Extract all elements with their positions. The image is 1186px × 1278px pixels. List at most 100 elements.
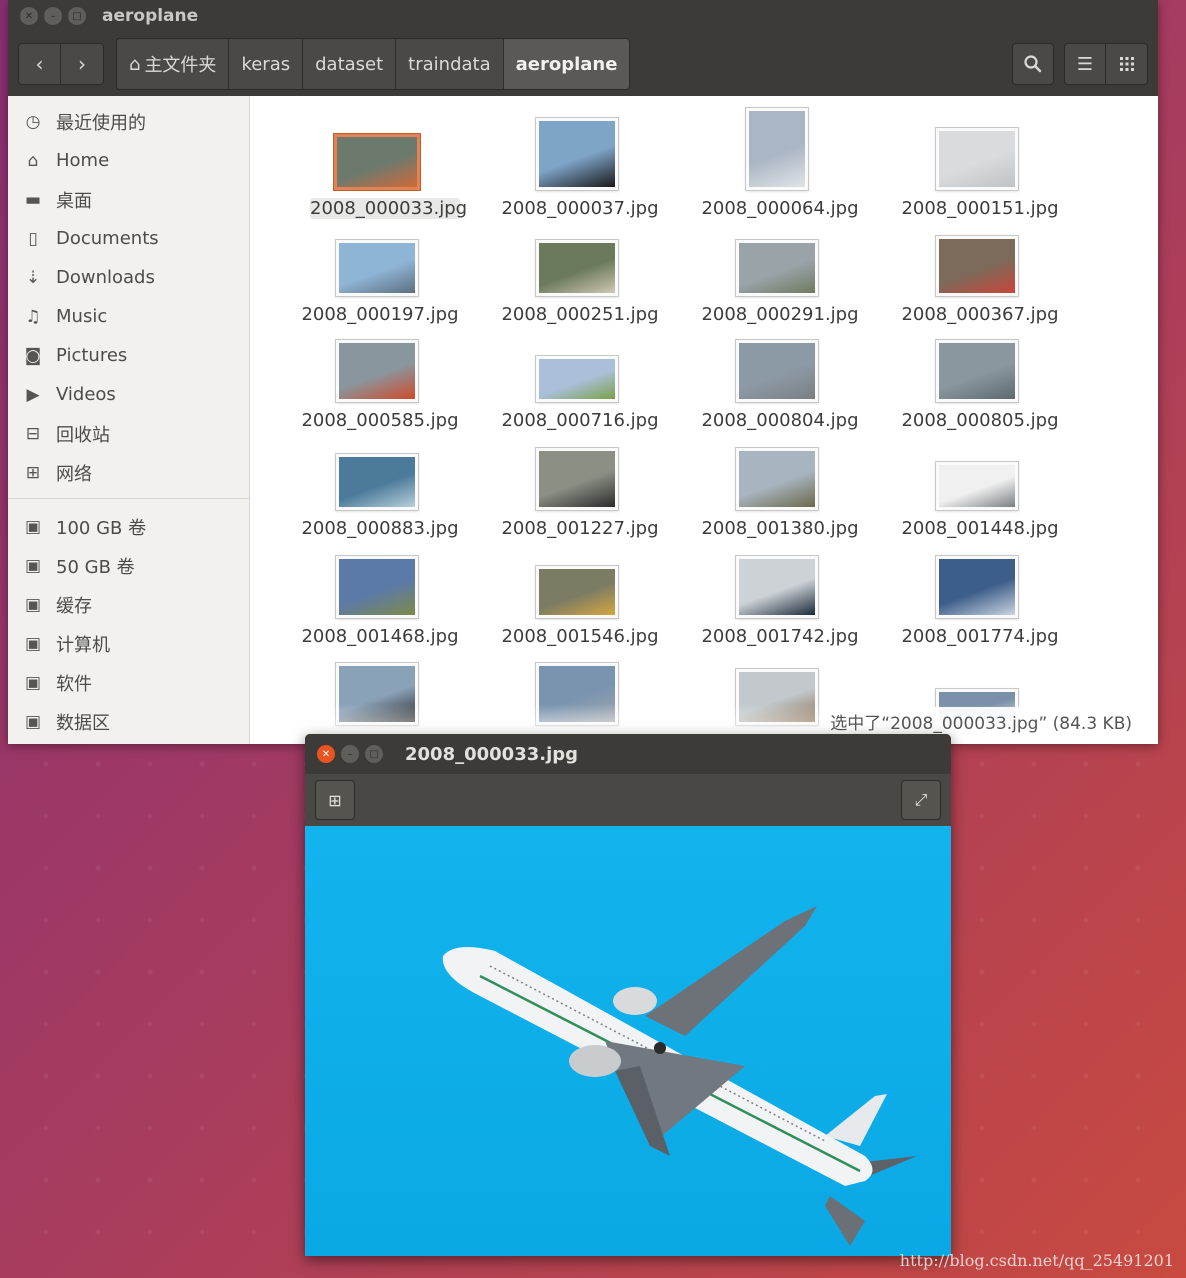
network-icon: ⊞: [25, 462, 41, 483]
folder-icon: ▬: [24, 189, 42, 210]
trash-icon: ⊟: [25, 423, 41, 444]
plus-box-icon: ⊞: [328, 790, 342, 810]
drive-icon: ▣: [24, 516, 42, 537]
file-thumbnail: [536, 566, 618, 618]
list-icon: ☰: [1076, 53, 1094, 75]
breadcrumb-label: dataset: [315, 53, 384, 75]
file-name: 2008_001380.jpg: [701, 518, 859, 539]
file-name: 2008_000033.jpg: [310, 198, 468, 219]
breadcrumb-keras[interactable]: keras: [229, 39, 304, 89]
file-name: 2008_000197.jpg: [301, 304, 459, 325]
maximize-icon[interactable]: □: [68, 7, 86, 25]
breadcrumb-home[interactable]: ⌂ 主文件夹: [117, 39, 230, 89]
breadcrumb-label: aeroplane: [515, 53, 618, 75]
sidebar-item-label: Videos: [56, 384, 116, 405]
sidebar-item-trash[interactable]: ⊟ 回收站: [8, 414, 249, 453]
sidebar-item-documents[interactable]: ▯ Documents: [8, 219, 249, 258]
sidebar-item-label: 50 GB 卷: [56, 556, 135, 578]
file-thumbnail: [336, 340, 418, 402]
close-icon[interactable]: ✕: [20, 7, 38, 25]
breadcrumb-label: traindata: [408, 53, 491, 75]
sidebar: ◷ 最近使用的 ⌂ Home ▬ 桌面 ▯ Documents ⇣ Downloads ♫…: [8, 96, 250, 744]
minimize-icon[interactable]: –: [341, 745, 359, 763]
file-name: 2008_000883.jpg: [301, 518, 459, 539]
file-name: 2008_000151.jpg: [901, 198, 1059, 219]
breadcrumb: ⌂ 主文件夹 keras dataset traindata aeroplane: [116, 38, 631, 90]
sidebar-item-pictures[interactable]: ◙ Pictures: [8, 336, 249, 375]
sidebar-item-videos[interactable]: ▶ Videos: [8, 375, 249, 414]
drive-icon: ▣: [24, 672, 42, 693]
clock-icon: ◷: [25, 111, 41, 132]
breadcrumb-aeroplane[interactable]: aeroplane: [503, 39, 630, 89]
close-icon[interactable]: ✕: [317, 745, 335, 763]
search-icon: [1024, 55, 1042, 73]
sidebar-item-label: 桌面: [56, 190, 92, 212]
file-thumbnail: [936, 236, 1018, 296]
sidebar-item-volume-100gb[interactable]: ▣ 100 GB 卷: [8, 507, 249, 546]
sidebar-item-label: Pictures: [56, 345, 128, 366]
expand-icon: ⤢: [914, 790, 928, 809]
sidebar-item-desktop[interactable]: ▬ 桌面: [8, 180, 249, 219]
breadcrumb-traindata[interactable]: traindata: [396, 39, 504, 89]
sidebar-item-label: Music: [56, 306, 108, 327]
selection-status: 选中了“2008_000033.jpg” (84.3 KB): [826, 707, 1136, 736]
sidebar-item-label: Documents: [56, 228, 159, 249]
file-name: 2008_001546.jpg: [501, 626, 659, 647]
file-name: 2008_001448.jpg: [901, 518, 1059, 539]
sidebar-item-data[interactable]: ▣ 数据区: [8, 702, 249, 741]
sidebar-item-label: 计算机: [56, 634, 110, 656]
sidebar-item-label: 软件: [56, 673, 92, 695]
breadcrumb-dataset[interactable]: dataset: [303, 39, 397, 89]
file-name: 2008_000291.jpg: [701, 304, 859, 325]
file-name: 2008_001227.jpg: [501, 518, 659, 539]
breadcrumb-label: keras: [241, 53, 291, 75]
file-name: 2008_001468.jpg: [301, 626, 459, 647]
sidebar-item-volume-50gb[interactable]: ▣ 50 GB 卷: [8, 546, 249, 585]
sidebar-item-label: 网络: [56, 463, 92, 485]
file-thumbnail: [736, 556, 818, 618]
file-name: 2008_001774.jpg: [901, 626, 1059, 647]
minimize-icon[interactable]: –: [44, 7, 62, 25]
sidebar-item-music[interactable]: ♫ Music: [8, 297, 249, 336]
search-button[interactable]: [1012, 43, 1054, 85]
sidebar-item-label: 回收站: [56, 424, 110, 446]
file-thumbnail: [936, 128, 1018, 190]
window-title: aeroplane: [102, 6, 199, 26]
sidebar-item-network[interactable]: ⊞ 网络: [8, 453, 249, 492]
file-thumbnail: [736, 448, 818, 510]
file-name: 2008_000716.jpg: [501, 410, 659, 431]
sidebar-item-downloads[interactable]: ⇣ Downloads: [8, 258, 249, 297]
list-view-button[interactable]: ☰: [1064, 43, 1106, 85]
chevron-right-icon: ›: [78, 52, 86, 76]
file-thumbnail: [736, 340, 818, 402]
download-icon: ⇣: [25, 267, 41, 288]
file-name: 2008_000804.jpg: [701, 410, 859, 431]
sidebar-item-cache[interactable]: ▣ 缓存: [8, 585, 249, 624]
image-viewer-window: ✕ – □ 2008_000033.jpg ⊞ ⤢: [305, 734, 951, 1256]
sidebar-item-computer[interactable]: ▣ 计算机: [8, 624, 249, 663]
sidebar-item-home[interactable]: ⌂ Home: [8, 141, 249, 180]
fullscreen-button[interactable]: ⤢: [901, 780, 941, 820]
iv-toolbar: ⊞ ⤢: [305, 774, 951, 826]
airplane-image: [305, 826, 951, 1256]
breadcrumb-label: 主文件夹: [144, 55, 217, 76]
file-name: 2008_000037.jpg: [501, 198, 659, 219]
file-thumbnail: [536, 356, 618, 402]
video-icon: ▶: [26, 384, 40, 405]
fm-titlebar: ✕ – □ aeroplane: [8, 0, 1158, 32]
forward-button[interactable]: ›: [61, 44, 103, 84]
file-thumbnail: [336, 454, 418, 510]
sidebar-item-label: Home: [56, 150, 110, 171]
sidebar-item-software[interactable]: ▣ 软件: [8, 663, 249, 702]
sidebar-item-label: 缓存: [56, 595, 92, 617]
gallery-button[interactable]: ⊞: [315, 780, 355, 820]
file-thumbnail: [736, 240, 818, 296]
maximize-icon[interactable]: □: [365, 745, 383, 763]
drive-icon: ▣: [24, 633, 42, 654]
iv-titlebar: ✕ – □ 2008_000033.jpg: [305, 734, 951, 774]
grid-view-button[interactable]: [1106, 43, 1148, 85]
back-button[interactable]: ‹: [19, 44, 61, 84]
sidebar-item-recent[interactable]: ◷ 最近使用的: [8, 102, 249, 141]
sidebar-item-label: 数据区: [56, 712, 110, 734]
drive-icon: ▣: [24, 711, 42, 732]
